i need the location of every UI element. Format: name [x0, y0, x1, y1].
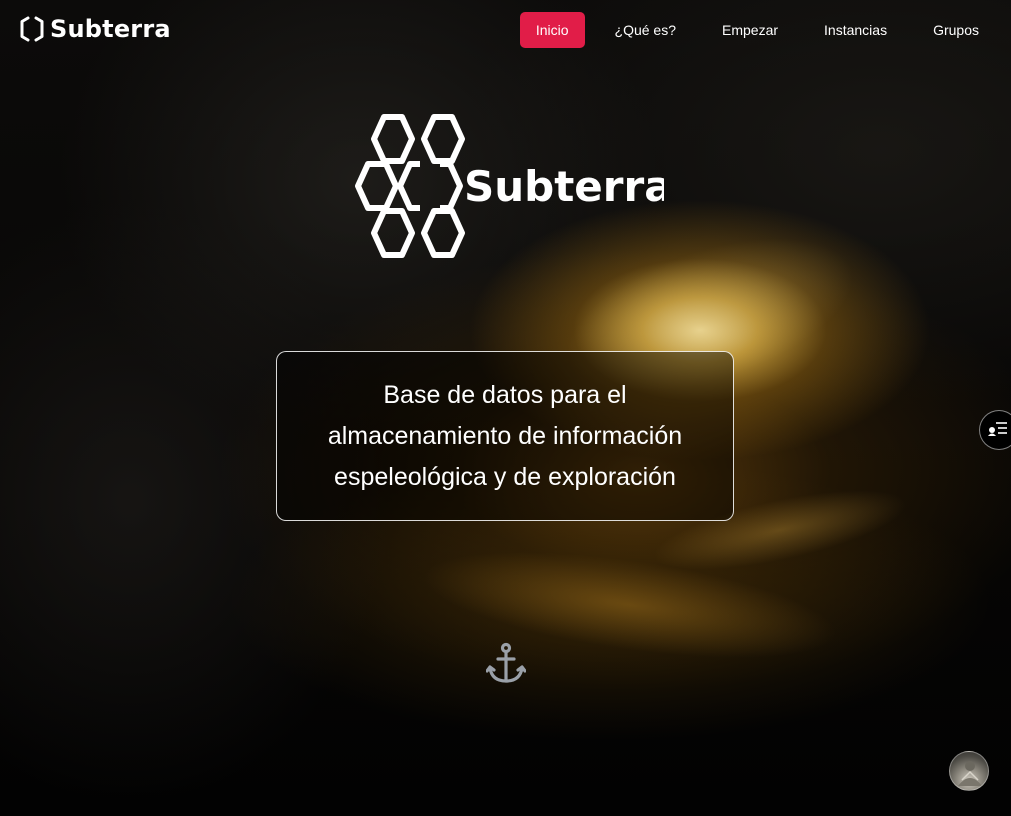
navbar: Subterra Inicio ¿Qué es? Empezar Instanc… [0, 0, 1011, 60]
page: Subterra Inicio ¿Qué es? Empezar Instanc… [0, 0, 1011, 816]
brand-link[interactable]: Subterra [18, 15, 171, 43]
anchor-icon[interactable] [485, 642, 527, 686]
user-list-button[interactable] [979, 410, 1011, 450]
nav-item-inicio[interactable]: Inicio [519, 12, 585, 48]
nav-item-grupos[interactable]: Grupos [917, 12, 995, 48]
nav-item-empezar[interactable]: Empezar [706, 12, 794, 48]
hero-tagline: Base de datos para el almacenamiento de … [327, 380, 683, 491]
main-nav: Inicio ¿Qué es? Empezar Instancias Grupo… [506, 12, 995, 48]
hero-logo: Subterra [354, 112, 673, 263]
background-light [415, 531, 845, 679]
hexagon-logo-icon [18, 15, 46, 43]
hexagon-cluster-logo-icon [355, 114, 465, 258]
nav-item-que-es[interactable]: ¿Qué es? [599, 12, 692, 48]
brand-name: Subterra [50, 15, 171, 43]
user-list-icon [988, 420, 1008, 441]
user-avatar[interactable] [949, 751, 989, 791]
hero-tagline-box: Base de datos para el almacenamiento de … [276, 351, 734, 521]
hero-logo-text: Subterra [464, 162, 664, 211]
nav-item-instancias[interactable]: Instancias [808, 12, 903, 48]
